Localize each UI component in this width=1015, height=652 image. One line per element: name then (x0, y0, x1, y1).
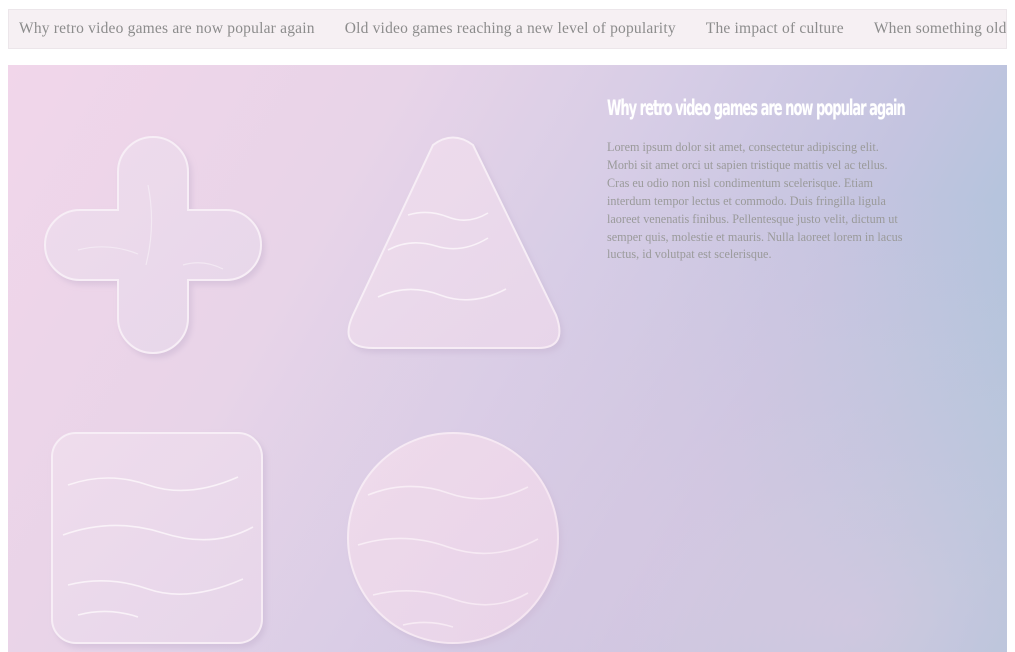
plus-icon (44, 135, 262, 354)
nav-track: Why retro video games are now popular ag… (19, 10, 1006, 48)
article: Why retro video games are now popular ag… (607, 93, 907, 264)
square-icon (51, 432, 263, 644)
nav-link-retro-popular[interactable]: Why retro video games are now popular ag… (19, 20, 315, 38)
circle-icon (347, 432, 559, 644)
nav-link-new-popularity[interactable]: Old video games reaching a new level of … (345, 20, 676, 38)
nav-link-impact-of-culture[interactable]: The impact of culture (706, 20, 844, 38)
top-navigation: Why retro video games are now popular ag… (8, 9, 1007, 49)
article-title: Why retro video games are now popular ag… (607, 96, 906, 120)
nav-link-old-is-new[interactable]: When something old is new again (874, 20, 1006, 38)
article-body: Lorem ipsum dolor sit amet, consectetur … (607, 140, 903, 262)
triangle-icon (347, 136, 561, 349)
hero-banner: Why retro video games are now popular ag… (8, 65, 1007, 652)
controller-buttons-illustration (44, 135, 561, 644)
